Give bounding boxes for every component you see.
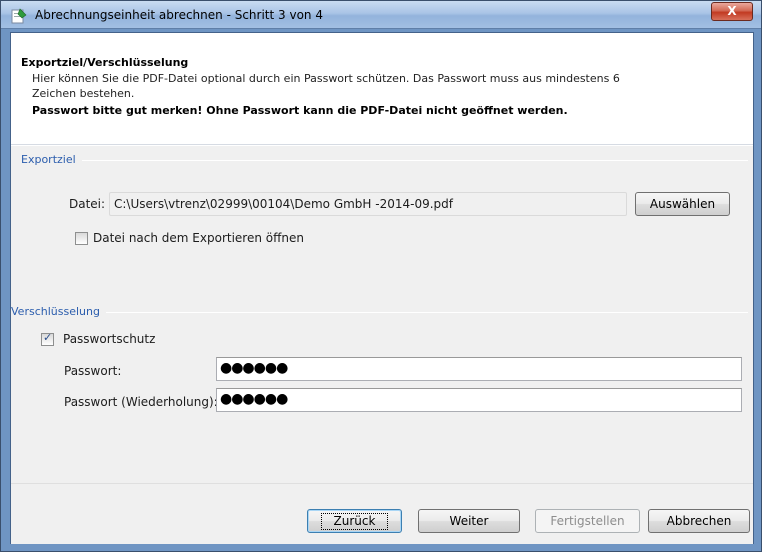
wizard-header: Exportziel/Verschlüsselung Hier können S… — [11, 33, 753, 145]
page-warning: Passwort bitte gut merken! Ohne Passwort… — [32, 104, 568, 117]
window-title: Abrechnungseinheit abrechnen - Schritt 3… — [35, 8, 323, 22]
choose-file-button[interactable]: Auswählen — [635, 192, 730, 216]
open-after-export-checkbox[interactable] — [75, 232, 88, 245]
dialog-client: Exportziel/Verschlüsselung Hier können S… — [10, 32, 754, 544]
password-protection-checkbox[interactable]: ✓ — [41, 331, 54, 346]
verschluesselung-group-label: Verschlüsselung — [11, 305, 106, 318]
exportziel-group-label: Exportziel — [21, 153, 82, 166]
password-protection-label[interactable]: Passwortschutz — [63, 332, 155, 346]
verschluesselung-divider — [21, 312, 748, 313]
password-label: Passwort: — [64, 364, 122, 378]
exportziel-divider — [21, 160, 748, 161]
password-repeat-label: Passwort (Wiederholung): — [64, 395, 218, 409]
next-button[interactable]: Weiter — [418, 509, 520, 533]
cancel-button[interactable]: Abbrechen — [648, 509, 750, 533]
file-path-field: C:\Users\vtrenz\02999\00104\Demo GmbH -2… — [109, 192, 627, 216]
open-after-export-label[interactable]: Datei nach dem Exportieren öffnen — [93, 231, 304, 245]
password-repeat-input[interactable]: ●●●●●● — [216, 388, 742, 412]
page-description: Hier können Sie die PDF-Datei optional d… — [32, 72, 620, 100]
back-button[interactable]: Zurück — [307, 509, 402, 533]
wizard-window: Abrechnungseinheit abrechnen - Schritt 3… — [0, 0, 762, 552]
close-button[interactable]: X — [711, 2, 753, 21]
password-input[interactable]: ●●●●●● — [216, 357, 742, 381]
checkmark-icon: ✓ — [43, 331, 53, 344]
back-button-label: Zurück — [320, 513, 389, 530]
app-icon — [11, 8, 27, 24]
title-bar[interactable]: Abrechnungseinheit abrechnen - Schritt 3… — [1, 1, 761, 29]
finish-button[interactable]: Fertigstellen — [535, 509, 640, 533]
file-label: Datei: — [69, 197, 106, 211]
page-title: Exportziel/Verschlüsselung — [21, 56, 189, 69]
